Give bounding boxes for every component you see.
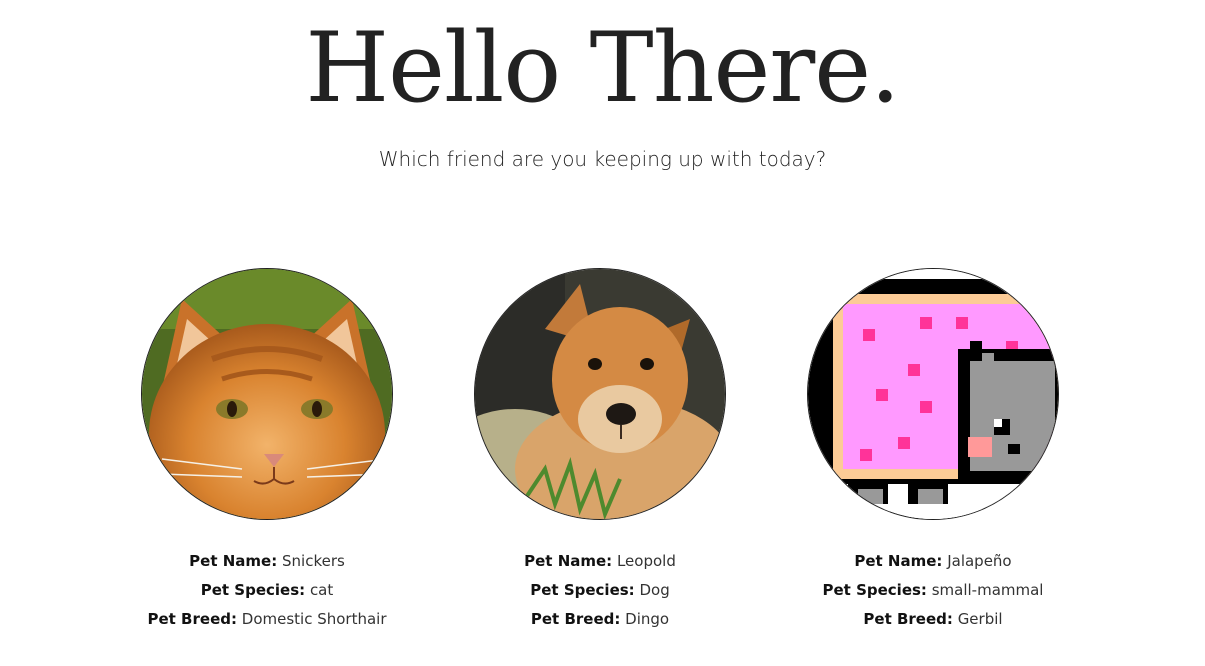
pet-card[interactable]: Pet Name: Snickers Pet Species: cat Pet … xyxy=(117,268,417,634)
pet-name-row: Pet Name: Leopold xyxy=(450,547,750,576)
pet-species-value: cat xyxy=(309,581,334,599)
pet-name-value: Jalapeño xyxy=(947,552,1012,570)
pet-avatar-gerbil[interactable] xyxy=(807,268,1059,520)
pet-info: Pet Name: Jalapeño Pet Species: small-ma… xyxy=(783,547,1083,634)
pet-breed-row: Pet Breed: Domestic Shorthair xyxy=(117,605,417,634)
pet-name-row: Pet Name: Snickers xyxy=(117,547,417,576)
pet-avatar-cat[interactable] xyxy=(141,268,393,520)
pet-name-label: Pet Name: xyxy=(524,552,613,570)
pet-species-value: small-mammal xyxy=(931,581,1044,599)
pet-species-row: Pet Species: cat xyxy=(117,576,417,605)
pet-breed-value: Dingo xyxy=(625,610,670,628)
pet-info: Pet Name: Snickers Pet Species: cat Pet … xyxy=(117,547,417,634)
page-subtitle: Which friend are you keeping up with tod… xyxy=(378,147,827,171)
pet-breed-value: Domestic Shorthair xyxy=(241,610,387,628)
pet-species-label: Pet Species: xyxy=(822,581,927,599)
pet-name-value: Leopold xyxy=(616,552,676,570)
pet-list: Pet Name: Snickers Pet Species: cat Pet … xyxy=(0,268,1205,648)
pet-species-label: Pet Species: xyxy=(530,581,635,599)
pet-species-row: Pet Species: small-mammal xyxy=(783,576,1083,605)
pet-species-value: Dog xyxy=(639,581,670,599)
pet-breed-label: Pet Breed: xyxy=(147,610,237,628)
pet-breed-label: Pet Breed: xyxy=(530,610,621,628)
pet-name-value: Snickers xyxy=(282,552,345,570)
pet-name-label: Pet Name: xyxy=(854,552,943,570)
pet-species-label: Pet Species: xyxy=(200,581,306,599)
pet-breed-row: Pet Breed: Gerbil xyxy=(783,605,1083,634)
pet-name-label: Pet Name: xyxy=(189,552,278,570)
pet-name-row: Pet Name: Jalapeño xyxy=(783,547,1083,576)
pet-breed-row: Pet Breed: Dingo xyxy=(450,605,750,634)
pet-avatar-dog[interactable] xyxy=(474,268,726,520)
page-title: Hello There. xyxy=(305,12,900,124)
pet-card[interactable]: Pet Name: Leopold Pet Species: Dog Pet B… xyxy=(450,268,750,634)
pet-card[interactable]: Pet Name: Jalapeño Pet Species: small-ma… xyxy=(783,268,1083,634)
pet-breed-value: Gerbil xyxy=(957,610,1003,628)
pet-info: Pet Name: Leopold Pet Species: Dog Pet B… xyxy=(450,547,750,634)
pet-breed-label: Pet Breed: xyxy=(863,610,953,628)
pet-species-row: Pet Species: Dog xyxy=(450,576,750,605)
